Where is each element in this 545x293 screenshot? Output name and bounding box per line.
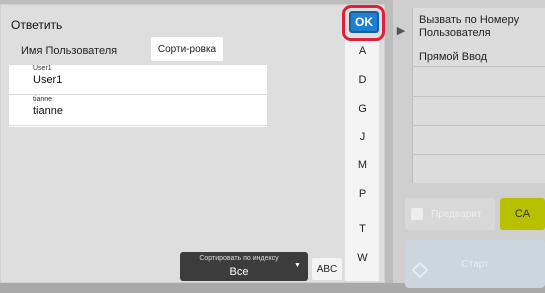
call-by-user-number-item[interactable]: Вызвать по Номеру Пользователя <box>419 14 544 40</box>
divider <box>412 96 545 97</box>
preview-button[interactable]: Предварит <box>405 198 495 230</box>
user-subtitle: User1 <box>33 65 52 72</box>
user-row[interactable]: tianne tianne <box>9 96 267 126</box>
index-letter-p[interactable]: P <box>345 188 380 200</box>
sort-by-index-select[interactable]: Сортировать по индексу Все ▼ <box>180 252 308 281</box>
dialog-title: Ответить <box>11 18 63 32</box>
preview-label: Предварит <box>431 208 482 220</box>
user-row[interactable]: User1 User1 <box>9 65 267 95</box>
user-name: User1 <box>33 74 63 86</box>
user-name: tianne <box>33 105 63 117</box>
sort-select-label: Сортировать по индексу <box>199 255 279 262</box>
play-arrow-icon: ▶ <box>396 25 406 37</box>
index-letter-a[interactable]: A <box>345 45 380 57</box>
abc-button[interactable]: ABC <box>312 258 342 280</box>
user-subtitle: tianne <box>33 96 53 103</box>
divider <box>412 66 545 67</box>
index-letter-d[interactable]: D <box>345 74 380 86</box>
index-column: A D G J M P T W <box>344 41 379 281</box>
divider <box>412 154 545 155</box>
index-letter-t[interactable]: T <box>345 223 380 235</box>
user-list: User1 User1 tianne tianne <box>9 65 267 127</box>
index-letter-w[interactable]: W <box>345 252 380 264</box>
index-letter-m[interactable]: M <box>345 159 380 171</box>
index-letter-g[interactable]: G <box>345 103 380 115</box>
start-button[interactable]: Старт <box>405 240 545 288</box>
user-name-column-header: Имя Пользователя <box>21 45 118 57</box>
sort-button[interactable]: Сорти-ровка <box>151 37 223 61</box>
divider <box>412 125 545 126</box>
reply-dialog: Ответить Имя Пользователя Сорти-ровка Us… <box>0 4 385 283</box>
clear-all-button[interactable]: CA <box>500 198 545 230</box>
index-letter-j[interactable]: J <box>345 131 380 143</box>
ok-button[interactable]: OK <box>349 11 379 33</box>
direct-entry-item[interactable]: Прямой Ввод <box>419 51 544 64</box>
chevron-down-icon: ▼ <box>294 262 301 269</box>
preview-icon <box>411 208 423 220</box>
sort-select-value: Все <box>229 266 249 278</box>
